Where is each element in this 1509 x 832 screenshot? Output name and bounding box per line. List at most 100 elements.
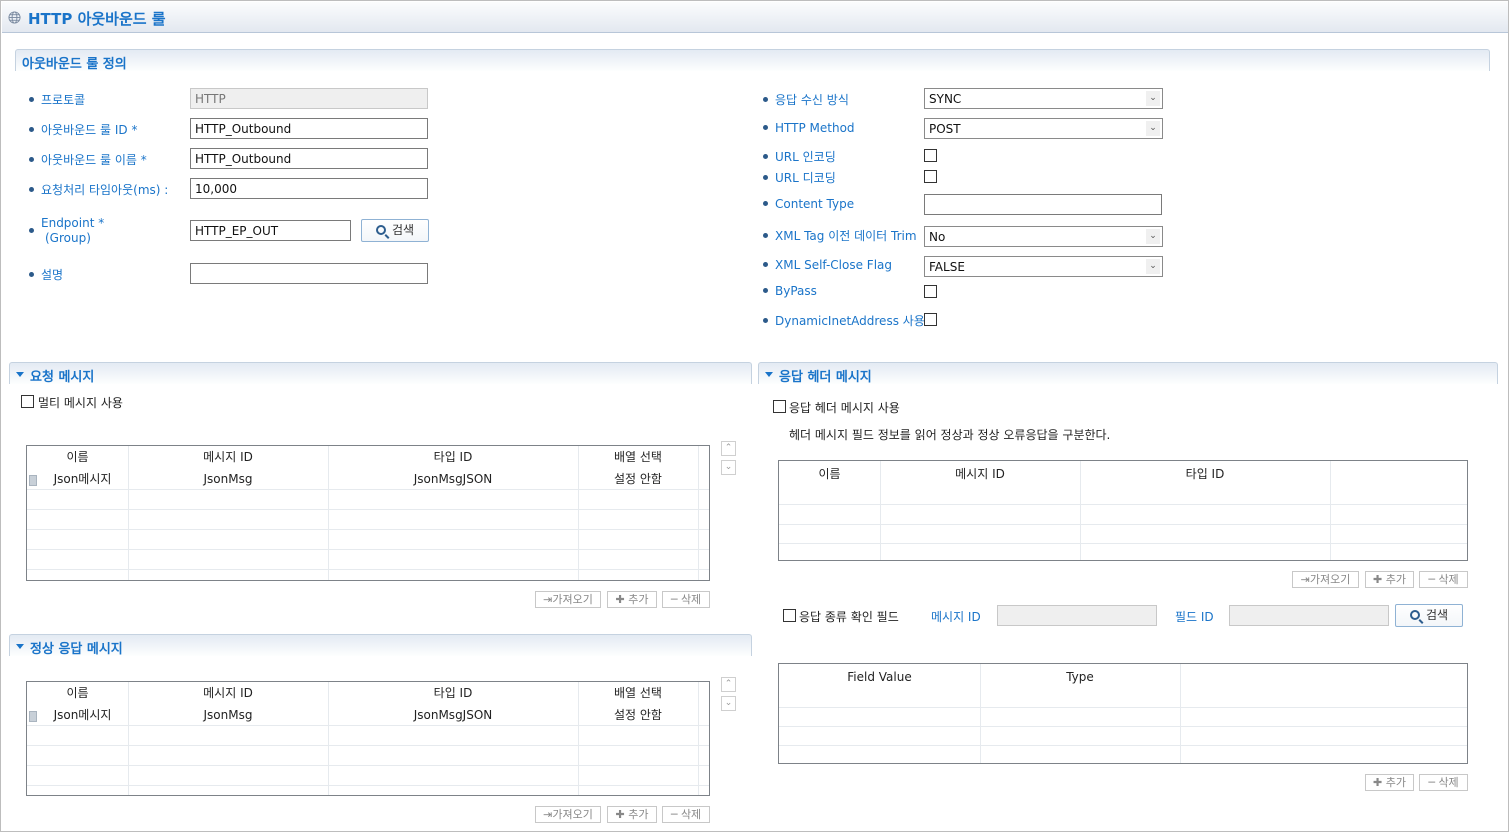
multi-message-checkbox[interactable] (21, 395, 34, 408)
move-up-button[interactable]: ⌃ (721, 677, 736, 692)
label-response-mode: 응답 수신 방식 (763, 91, 849, 108)
button-label: 삭제 (1438, 776, 1459, 789)
section-title: 아웃바운드 룰 정의 (22, 57, 127, 72)
bullet-icon (29, 127, 34, 132)
field-delete-button[interactable]: ─ 삭제 (1419, 774, 1468, 791)
rule-id-input[interactable]: HTTP_Outbound (190, 118, 428, 139)
move-up-button[interactable]: ⌃ (721, 441, 736, 456)
normal-import-button[interactable]: ⇥가져오기 (535, 806, 601, 823)
label-text: XML Self-Close Flag (775, 258, 893, 272)
label-timeout: 요청처리 타임아웃(ms) : (29, 181, 168, 198)
label-text: Endpoint * (41, 216, 105, 230)
description-input[interactable] (190, 263, 428, 284)
url-encoding-checkbox[interactable] (924, 149, 937, 162)
field-search-button[interactable]: 검색 (1395, 604, 1463, 627)
response-mode-select[interactable]: SYNC ⌄ (924, 88, 1163, 109)
cell-array-select: 설정 안함 (614, 708, 662, 722)
button-label: 추가 (628, 808, 649, 821)
minus-icon: ─ (1428, 776, 1439, 789)
minus-icon: ─ (670, 808, 681, 821)
minus-icon: ─ (670, 593, 681, 606)
move-down-button[interactable]: ⌄ (721, 696, 736, 711)
cell-name: Json메시지 (53, 708, 112, 722)
label-text: HTTP Method (775, 121, 855, 135)
window-title: HTTP 아웃바운드 룰 (28, 10, 166, 28)
use-response-header-checkbox[interactable] (773, 400, 786, 413)
request-add-button[interactable]: ✚ 추가 (607, 591, 657, 608)
import-icon: ⇥ (543, 808, 553, 821)
section-header-response-header[interactable]: 응답 헤더 메시지 (758, 362, 1498, 385)
normal-delete-button[interactable]: ─ 삭제 (662, 806, 710, 823)
cell-array-select: 설정 안함 (614, 472, 662, 486)
column-header[interactable]: 배열 선택 (578, 682, 698, 704)
section-header-normal-response[interactable]: 정상 응답 메시지 (9, 634, 752, 657)
bypass-checkbox[interactable] (924, 285, 937, 298)
button-label: 삭제 (680, 808, 702, 821)
normal-response-table: 이름 메시지 ID 타입 ID 배열 선택 Json메시지 JsonMsg Js… (26, 681, 710, 796)
column-header[interactable]: 이름 (27, 682, 128, 704)
column-header[interactable]: 타입 ID (328, 446, 578, 468)
field-add-button[interactable]: ✚ 추가 (1365, 774, 1414, 791)
chevron-down-icon: ⌄ (1146, 229, 1160, 244)
label-url-decoding: URL 디코딩 (763, 169, 836, 186)
endpoint-search-button[interactable]: 검색 (361, 219, 429, 242)
column-header[interactable]: Type (980, 666, 1180, 688)
column-header[interactable]: 메시지 ID (880, 463, 1080, 485)
timeout-input[interactable]: 10,000 (190, 178, 428, 199)
rule-name-input[interactable]: HTTP_Outbound (190, 148, 428, 169)
request-import-button[interactable]: ⇥가져오기 (535, 591, 601, 608)
label-text: XML Tag 이전 데이터 Trim (775, 229, 917, 243)
label-protocol: 프로토콜 (29, 91, 85, 108)
bullet-icon (763, 262, 768, 267)
button-label: 삭제 (680, 593, 702, 606)
column-header[interactable]: 이름 (27, 446, 128, 468)
bullet-icon (29, 228, 34, 233)
dynamic-inet-checkbox[interactable] (924, 313, 937, 326)
import-icon: ⇥ (1300, 573, 1310, 586)
xml-self-close-select[interactable]: FALSE ⌄ (924, 256, 1163, 277)
header-add-button[interactable]: ✚ 추가 (1365, 571, 1414, 588)
cell-type-id: JsonMsgJSON (413, 708, 493, 722)
url-decoding-checkbox[interactable] (924, 170, 937, 183)
xml-trim-select[interactable]: No ⌄ (924, 226, 1163, 247)
column-header[interactable]: 이름 (779, 463, 880, 485)
column-header[interactable]: 타입 ID (1080, 463, 1330, 485)
label-text: ByPass (775, 284, 817, 298)
content-type-input[interactable] (924, 194, 1162, 215)
button-label: 가져오기 (552, 593, 593, 606)
label-text: 응답 수신 방식 (775, 93, 849, 107)
cell-message-id: JsonMsg (203, 472, 253, 486)
collapse-arrow-icon (765, 372, 773, 377)
section-header-request[interactable]: 요청 메시지 (9, 362, 752, 385)
http-method-select[interactable]: POST ⌄ (924, 118, 1163, 139)
bullet-icon (763, 154, 768, 159)
response-header-table: 이름 메시지 ID 타입 ID (778, 460, 1468, 561)
request-delete-button[interactable]: ─ 삭제 (662, 591, 710, 608)
plus-icon: ✚ (615, 593, 629, 606)
column-header[interactable]: 메시지 ID (128, 446, 328, 468)
type-check-checkbox[interactable] (783, 609, 796, 622)
column-header[interactable] (1330, 463, 1467, 485)
field-id-input[interactable] (1229, 605, 1389, 626)
protocol-field: HTTP (190, 88, 428, 109)
select-value: No (929, 230, 946, 244)
endpoint-input[interactable]: HTTP_EP_OUT (190, 220, 351, 241)
column-header[interactable] (1180, 666, 1467, 688)
column-header[interactable]: Field Value (779, 666, 980, 688)
plus-icon: ✚ (1373, 776, 1386, 789)
normal-add-button[interactable]: ✚ 추가 (607, 806, 657, 823)
label-text: URL 디코딩 (775, 171, 836, 185)
cell-name: Json메시지 (53, 472, 112, 486)
label-text: URL 인코딩 (775, 150, 836, 164)
column-header[interactable]: 타입 ID (328, 682, 578, 704)
label-xml-self-close: XML Self-Close Flag (763, 258, 892, 272)
move-down-button[interactable]: ⌄ (721, 460, 736, 475)
column-header[interactable]: 메시지 ID (128, 682, 328, 704)
message-id-input[interactable] (997, 605, 1157, 626)
select-value: FALSE (929, 260, 965, 274)
button-label: 검색 (1425, 608, 1449, 622)
column-header[interactable]: 배열 선택 (578, 446, 698, 468)
header-import-button[interactable]: ⇥가져오기 (1292, 571, 1359, 588)
button-label: 추가 (1385, 776, 1406, 789)
header-delete-button[interactable]: ─ 삭제 (1419, 571, 1468, 588)
